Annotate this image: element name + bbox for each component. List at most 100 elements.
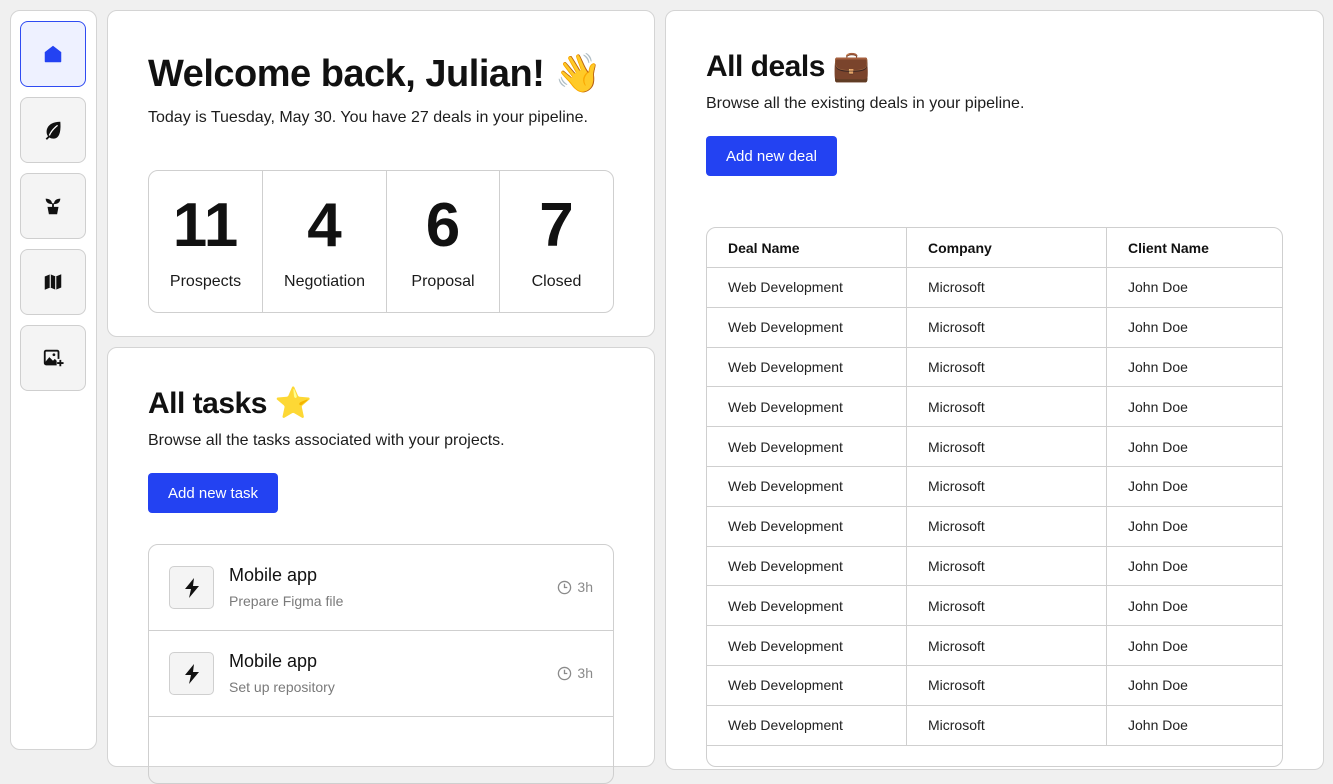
table-row[interactable]: Web Development Microsoft John Doe bbox=[707, 347, 1282, 388]
task-icon-box bbox=[169, 652, 214, 695]
stat-label: Prospects bbox=[169, 273, 242, 290]
column-header-company[interactable]: Company bbox=[907, 228, 1107, 267]
task-title: Mobile app bbox=[229, 651, 318, 671]
task-list: Mobile app Prepare Figma file 3h Mobile … bbox=[148, 544, 614, 784]
nav-plant-button[interactable] bbox=[20, 173, 86, 239]
table-row[interactable]: Web Development Microsoft John Doe bbox=[707, 705, 1282, 746]
task-icon-box bbox=[169, 566, 214, 609]
cell-client-name: John Doe bbox=[1128, 358, 1188, 375]
stat-label: Proposal bbox=[411, 273, 475, 290]
plant-icon bbox=[45, 198, 61, 215]
table-row[interactable]: Web Development Microsoft John Doe bbox=[707, 586, 1282, 627]
table-body: Web Development Microsoft John Doe Web Deve… bbox=[707, 268, 1282, 746]
add-task-button[interactable]: Add new task bbox=[148, 473, 279, 513]
cell-deal-name: Web Development bbox=[707, 626, 907, 665]
cell-deal-name: Web Development bbox=[707, 307, 907, 347]
cell-company: Microsoft bbox=[907, 347, 1107, 387]
cell-client-name: John Doe bbox=[1128, 557, 1188, 574]
cell-client-name: John Doe bbox=[1128, 677, 1188, 694]
cell-deal-name: Web Development bbox=[707, 665, 907, 705]
tasks-title: All tasks ⭐ bbox=[148, 387, 312, 420]
sidebar bbox=[10, 10, 97, 750]
cell-company: Microsoft bbox=[907, 705, 1107, 745]
cell-client-name: John Doe bbox=[1128, 279, 1188, 296]
map-icon bbox=[44, 274, 62, 290]
cell-client-name: John Doe bbox=[1128, 398, 1188, 415]
welcome-card: Welcome back, Julian! 👋 Today is Tuesday… bbox=[107, 10, 655, 337]
nav-leaf-button[interactable] bbox=[20, 97, 86, 163]
deals-title: All deals 💼 bbox=[706, 50, 870, 83]
task-item[interactable]: Mobile app Set up repository 3h bbox=[149, 631, 613, 717]
pipeline-stats: 11 Prospects 4 Negotiation 6 Proposal 7 … bbox=[148, 170, 614, 313]
cell-company: Microsoft bbox=[907, 586, 1107, 626]
stat-value: 11 bbox=[172, 191, 239, 260]
stat-negotiation: 4 Negotiation bbox=[263, 171, 387, 312]
cell-company: Microsoft bbox=[907, 387, 1107, 427]
cell-client-name: John Doe bbox=[1128, 597, 1188, 614]
table-row[interactable]: Web Development Microsoft John Doe bbox=[707, 665, 1282, 706]
welcome-subtitle: Today is Tuesday, May 30. You have 27 de… bbox=[148, 109, 588, 126]
table-row[interactable]: Web Development Microsoft John Doe bbox=[707, 387, 1282, 428]
stat-closed: 7 Closed bbox=[500, 171, 613, 312]
task-title: Mobile app bbox=[229, 565, 318, 585]
leaf-icon bbox=[45, 121, 61, 140]
nav-home-button[interactable] bbox=[20, 21, 86, 87]
cell-deal-name: Web Development bbox=[707, 466, 907, 506]
add-deal-button[interactable]: Add new deal bbox=[706, 136, 837, 176]
deals-card: All deals 💼 Browse all the existing deal… bbox=[665, 10, 1324, 770]
cell-client-name: John Doe bbox=[1128, 319, 1188, 336]
cell-deal-name: Web Development bbox=[707, 586, 907, 626]
task-subtitle: Set up repository bbox=[229, 679, 335, 695]
add-image-icon bbox=[43, 349, 64, 367]
stat-value: 4 bbox=[307, 191, 342, 260]
nav-add-image-button[interactable] bbox=[20, 325, 86, 391]
cell-company: Microsoft bbox=[907, 427, 1107, 466]
cell-company: Microsoft bbox=[907, 466, 1107, 506]
stat-value: 7 bbox=[539, 191, 574, 260]
cell-deal-name: Web Development bbox=[707, 347, 907, 387]
cell-deal-name: Web Development bbox=[707, 705, 907, 745]
table-row[interactable]: Web Development Microsoft John Doe bbox=[707, 427, 1282, 467]
cell-company: Microsoft bbox=[907, 665, 1107, 705]
task-time: 3h bbox=[557, 665, 593, 681]
cell-deal-name: Web Development bbox=[707, 268, 907, 307]
stat-prospects: 11 Prospects bbox=[149, 171, 263, 312]
welcome-title: Welcome back, Julian! 👋 bbox=[148, 53, 602, 95]
cell-deal-name: Web Development bbox=[707, 506, 907, 546]
stat-label: Closed bbox=[531, 273, 582, 290]
cell-client-name: John Doe bbox=[1128, 637, 1188, 654]
table-row[interactable]: Web Development Microsoft John Doe bbox=[707, 626, 1282, 666]
task-item[interactable]: Mobile app Prepare Figma file 3h bbox=[149, 545, 613, 631]
tasks-subtitle: Browse all the tasks associated with you… bbox=[148, 432, 505, 449]
table-row[interactable]: Web Development Microsoft John Doe bbox=[707, 546, 1282, 587]
column-header-deal-name[interactable]: Deal Name bbox=[707, 228, 907, 267]
bolt-icon bbox=[184, 663, 199, 684]
clock-icon bbox=[558, 666, 572, 680]
table-row[interactable]: Web Development Microsoft John Doe bbox=[707, 506, 1282, 547]
table-row[interactable]: Web Development Microsoft John Doe bbox=[707, 466, 1282, 507]
cell-deal-name: Web Development bbox=[707, 546, 907, 586]
clock-icon bbox=[558, 580, 572, 594]
cell-deal-name: Web Development bbox=[707, 427, 907, 466]
cell-company: Microsoft bbox=[907, 506, 1107, 546]
table-header-row: Deal Name Company Client Name bbox=[707, 228, 1282, 268]
cell-client-name: John Doe bbox=[1128, 717, 1188, 734]
task-subtitle: Prepare Figma file bbox=[229, 593, 344, 609]
bolt-icon bbox=[184, 577, 199, 598]
stat-value: 6 bbox=[425, 191, 461, 260]
cell-deal-name: Web Development bbox=[707, 387, 907, 427]
task-time-value: 3h bbox=[577, 579, 593, 595]
stat-proposal: 6 Proposal bbox=[387, 171, 500, 312]
table-row[interactable]: Web Development Microsoft John Doe bbox=[707, 307, 1282, 348]
table-row[interactable]: Web Development Microsoft John Doe bbox=[707, 268, 1282, 308]
cell-company: Microsoft bbox=[907, 546, 1107, 586]
cell-company: Microsoft bbox=[907, 268, 1107, 307]
column-header-client-name[interactable]: Client Name bbox=[1107, 228, 1282, 267]
task-time-value: 3h bbox=[577, 665, 593, 681]
deals-subtitle: Browse all the existing deals in your pi… bbox=[706, 95, 1025, 112]
cell-client-name: John Doe bbox=[1128, 518, 1188, 535]
tasks-card: All tasks ⭐ Browse all the tasks associa… bbox=[107, 347, 655, 784]
cell-company: Microsoft bbox=[907, 307, 1107, 347]
nav-map-button[interactable] bbox=[20, 249, 86, 315]
stat-label: Negotiation bbox=[284, 273, 365, 290]
